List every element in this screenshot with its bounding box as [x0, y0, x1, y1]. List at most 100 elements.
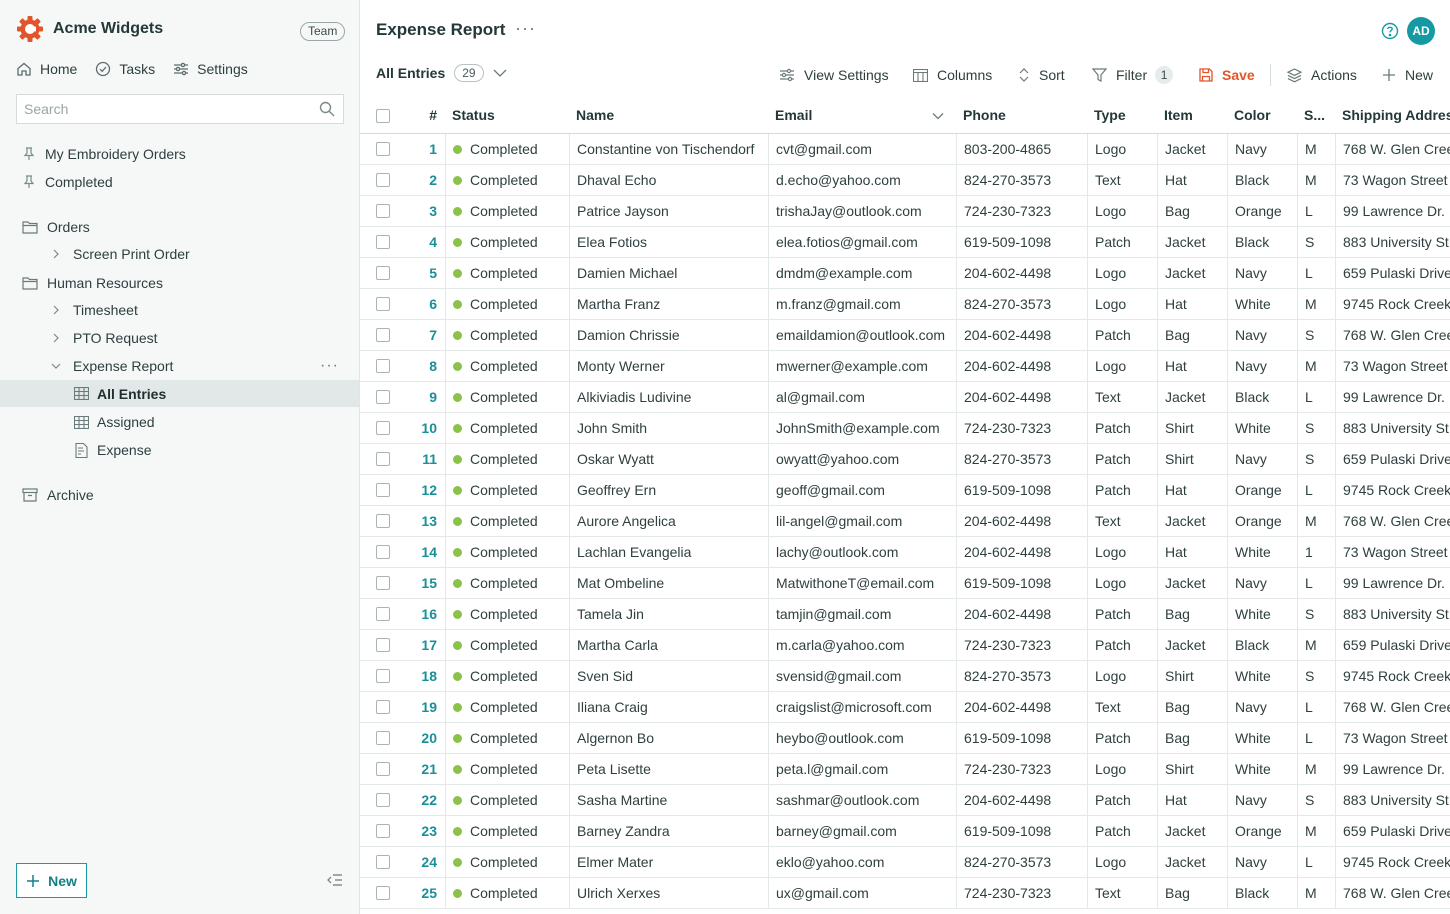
table-row[interactable]: 22 Completed Sasha Martine sashmar@outlook.…	[360, 785, 1450, 816]
save-button[interactable]: Save	[1199, 64, 1255, 86]
sidebar-item-timesheet[interactable]: Timesheet	[0, 297, 359, 323]
sidebar-item-screen-print-order[interactable]: Screen Print Order	[0, 241, 359, 267]
table-row[interactable]: 21 Completed Peta Lisette peta.l@gmail.com 7…	[360, 754, 1450, 785]
column-header-item[interactable]: Item	[1157, 98, 1227, 134]
table-row[interactable]: 4 Completed Elea Fotios elea.fotios@gmail.c…	[360, 227, 1450, 258]
table-row[interactable]: 14 Completed Lachlan Evangelia lachy@outloo…	[360, 537, 1450, 568]
table-row[interactable]: 19 Completed Iliana Craig craigslist@micros…	[360, 692, 1450, 723]
row-checkbox[interactable]	[376, 390, 390, 404]
sidebar-item-expense[interactable]: Expense	[0, 437, 359, 463]
row-checkbox[interactable]	[376, 297, 390, 311]
search-input[interactable]	[17, 95, 307, 123]
cell-number[interactable]: 17	[405, 630, 445, 661]
sidebar-item-completed[interactable]: Completed	[0, 169, 359, 195]
table-row[interactable]: 24 Completed Elmer Mater eklo@yahoo.com 824-…	[360, 847, 1450, 878]
row-checkbox[interactable]	[376, 638, 390, 652]
table-row[interactable]: 8 Completed Monty Werner mwerner@example.co…	[360, 351, 1450, 382]
cell-number[interactable]: 16	[405, 599, 445, 630]
sidebar-item-archive[interactable]: Archive	[0, 482, 359, 508]
row-checkbox[interactable]	[376, 824, 390, 838]
cell-number[interactable]: 12	[405, 475, 445, 506]
row-checkbox[interactable]	[376, 359, 390, 373]
actions-button[interactable]: Actions	[1287, 64, 1357, 86]
table-row[interactable]: 9 Completed Alkiviadis Ludivine al@gmail.co…	[360, 382, 1450, 413]
row-checkbox[interactable]	[376, 886, 390, 900]
nav-settings[interactable]: Settings	[173, 61, 248, 77]
table-row[interactable]: 18 Completed Sven Sid svensid@gmail.com 824-…	[360, 661, 1450, 692]
cell-number[interactable]: 10	[405, 413, 445, 444]
row-checkbox[interactable]	[376, 514, 390, 528]
cell-number[interactable]: 22	[405, 785, 445, 816]
column-header-name[interactable]: Name	[569, 98, 768, 134]
cell-number[interactable]: 15	[405, 568, 445, 599]
view-selector[interactable]: All Entries 29	[376, 64, 507, 82]
cell-number[interactable]: 1	[405, 134, 445, 165]
avatar[interactable]: AD	[1407, 17, 1435, 45]
table-row[interactable]: 15 Completed Mat Ombeline MatwithoneT@email…	[360, 568, 1450, 599]
row-checkbox[interactable]	[376, 762, 390, 776]
team-badge[interactable]: Team	[300, 22, 346, 41]
nav-home[interactable]: Home	[16, 61, 77, 77]
more-options-icon[interactable]: ···	[320, 357, 339, 375]
cell-number[interactable]: 18	[405, 661, 445, 692]
sort-button[interactable]: Sort	[1018, 64, 1065, 86]
cell-number[interactable]: 21	[405, 754, 445, 785]
column-header-type[interactable]: Type	[1087, 98, 1157, 134]
cell-number[interactable]: 3	[405, 196, 445, 227]
row-checkbox[interactable]	[376, 235, 390, 249]
cell-number[interactable]: 25	[405, 878, 445, 909]
row-checkbox[interactable]	[376, 204, 390, 218]
nav-tasks[interactable]: Tasks	[95, 61, 155, 77]
filter-button[interactable]: Filter 1	[1092, 64, 1174, 86]
columns-button[interactable]: Columns	[913, 64, 992, 86]
column-header-color[interactable]: Color	[1227, 98, 1297, 134]
table-row[interactable]: 3 Completed Patrice Jayson trishaJay@outloo…	[360, 196, 1450, 227]
table-row[interactable]: 6 Completed Martha Franz m.franz@gmail.com 8…	[360, 289, 1450, 320]
row-checkbox[interactable]	[376, 266, 390, 280]
table-row[interactable]: 10 Completed John Smith JohnSmith@example.c…	[360, 413, 1450, 444]
cell-number[interactable]: 9	[405, 382, 445, 413]
help-icon[interactable]	[1381, 22, 1399, 40]
brand[interactable]: Acme Widgets	[16, 14, 163, 44]
cell-number[interactable]: 8	[405, 351, 445, 382]
cell-number[interactable]: 13	[405, 506, 445, 537]
table-row[interactable]: 12 Completed Geoffrey Ern geoff@gmail.com 61…	[360, 475, 1450, 506]
cell-number[interactable]: 4	[405, 227, 445, 258]
row-checkbox[interactable]	[376, 545, 390, 559]
cell-number[interactable]: 11	[405, 444, 445, 475]
cell-number[interactable]: 14	[405, 537, 445, 568]
sidebar-item-expense-report[interactable]: Expense Report ···	[0, 353, 359, 379]
row-checkbox[interactable]	[376, 607, 390, 621]
row-checkbox[interactable]	[376, 421, 390, 435]
cell-number[interactable]: 19	[405, 692, 445, 723]
view-settings-button[interactable]: View Settings	[779, 64, 889, 86]
table-row[interactable]: 17 Completed Martha Carla m.carla@yahoo.com…	[360, 630, 1450, 661]
table-row[interactable]: 25 Completed Ulrich Xerxes ux@gmail.com 724-…	[360, 878, 1450, 909]
cell-number[interactable]: 5	[405, 258, 445, 289]
sidebar-item-all-entries[interactable]: All Entries	[0, 380, 359, 407]
row-checkbox[interactable]	[376, 793, 390, 807]
row-checkbox[interactable]	[376, 669, 390, 683]
select-all-checkbox[interactable]	[376, 109, 390, 123]
cell-number[interactable]: 23	[405, 816, 445, 847]
sidebar-folder-human-resources[interactable]: Human Resources	[0, 270, 359, 296]
row-checkbox[interactable]	[376, 452, 390, 466]
row-checkbox[interactable]	[376, 855, 390, 869]
cell-number[interactable]: 2	[405, 165, 445, 196]
row-checkbox[interactable]	[376, 483, 390, 497]
table-row[interactable]: 23 Completed Barney Zandra barney@gmail.com…	[360, 816, 1450, 847]
collapse-sidebar-icon[interactable]	[327, 873, 343, 887]
table-row[interactable]: 11 Completed Oskar Wyatt owyatt@yahoo.com 82…	[360, 444, 1450, 475]
row-checkbox[interactable]	[376, 731, 390, 745]
row-checkbox[interactable]	[376, 576, 390, 590]
row-checkbox[interactable]	[376, 142, 390, 156]
row-checkbox[interactable]	[376, 173, 390, 187]
table-row[interactable]: 20 Completed Algernon Bo heybo@outlook.com 6…	[360, 723, 1450, 754]
table-row[interactable]: 16 Completed Tamela Jin tamjin@gmail.com 204…	[360, 599, 1450, 630]
sidebar-item-my-embroidery-orders[interactable]: My Embroidery Orders	[0, 141, 359, 167]
table-row[interactable]: 2 Completed Dhaval Echo d.echo@yahoo.com 824…	[360, 165, 1450, 196]
sidebar-new-button[interactable]: New	[16, 863, 87, 898]
new-entry-button[interactable]: New	[1382, 64, 1433, 86]
column-header-shipping-address[interactable]: Shipping Address	[1335, 98, 1450, 134]
column-header-email[interactable]: Email	[768, 98, 956, 134]
